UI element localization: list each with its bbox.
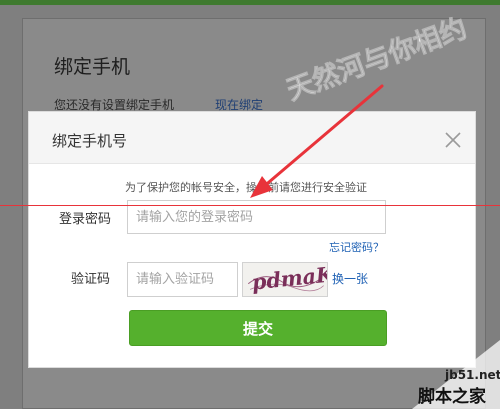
close-button[interactable] xyxy=(442,129,464,151)
dialog-header: 绑定手机号 xyxy=(29,112,475,164)
site-name: 脚本之家 xyxy=(418,387,486,407)
captcha-input[interactable] xyxy=(127,262,238,297)
watermark-logo: 天然河与你相约 xyxy=(285,11,471,107)
close-icon xyxy=(445,132,461,148)
password-label: 登录密码 xyxy=(59,212,112,227)
page-top-bar xyxy=(0,0,500,5)
captcha-image[interactable]: pdmaK xyxy=(242,262,336,297)
background-page-title: 绑定手机 xyxy=(54,56,131,78)
watermark-text: 天然河与你相约 xyxy=(285,12,471,107)
dialog-title: 绑定手机号 xyxy=(52,132,128,150)
captcha-graphic: pdmaK xyxy=(247,262,336,295)
forgot-password-link[interactable]: 忘记密码？ xyxy=(329,239,384,255)
security-note: 为了保护您的帐号安全，操作前请您进行安全验证 xyxy=(125,181,367,194)
site-url: jb51.net xyxy=(445,368,500,382)
refresh-captcha-link[interactable]: 换一张 xyxy=(332,270,368,287)
annotation-guide-line xyxy=(0,205,500,206)
bind-phone-dialog: 绑定手机号 为了保护您的帐号安全，操作前请您进行安全验证 登录密码 忘记密码？ … xyxy=(28,111,476,368)
submit-button[interactable]: 提交 xyxy=(129,310,387,346)
captcha-label: 验证码 xyxy=(71,272,111,287)
